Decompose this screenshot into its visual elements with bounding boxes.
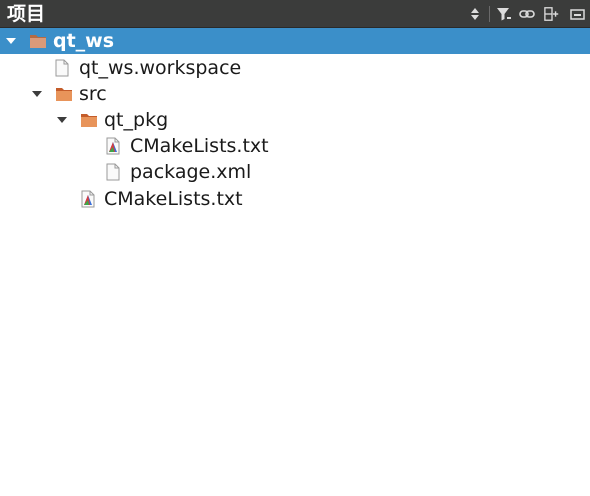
project-panel: 项目 qt_ws qt_ws.workspace src qt_pkg CMak… [0,0,590,496]
filter-icon[interactable] [496,6,512,22]
sort-icon[interactable] [467,6,483,22]
tree-item-label: CMakeLists.txt [130,135,269,157]
file-icon [106,163,120,181]
tree-item-pkg-cmakelists[interactable]: CMakeLists.txt [0,133,590,159]
tree-item-label: qt_ws.workspace [79,57,242,79]
tree-item-label: package.xml [130,161,252,183]
minimize-icon[interactable] [570,6,586,22]
link-icon[interactable] [519,6,535,22]
tree-item-src[interactable]: src [0,81,590,107]
tree-item-label: CMakeLists.txt [104,188,243,210]
folder-icon [30,35,46,48]
tree-item-qt-pkg[interactable]: qt_pkg [0,107,590,133]
tree-item-qt-ws-workspace[interactable]: qt_ws.workspace [0,55,590,81]
tree-item-label: qt_ws [53,30,115,52]
tree-item-label: src [79,83,107,105]
new-item-icon[interactable] [544,6,560,22]
folder-icon [81,114,97,127]
tree-item-package-xml[interactable]: package.xml [0,159,590,185]
panel-header: 项目 [0,0,590,28]
tree-item-src-cmakelists[interactable]: CMakeLists.txt [0,186,590,212]
expand-arrow-icon[interactable] [31,89,43,99]
panel-title: 项目 [7,3,46,25]
toolbar-separator [489,6,490,22]
cmake-file-icon [81,190,95,208]
expand-arrow-icon[interactable] [5,36,17,46]
folder-icon [56,88,72,101]
file-icon [55,59,69,77]
expand-arrow-icon[interactable] [56,115,68,125]
tree-item-label: qt_pkg [104,109,169,131]
cmake-file-icon [106,137,120,155]
tree-item-qt-ws[interactable]: qt_ws [0,28,590,54]
